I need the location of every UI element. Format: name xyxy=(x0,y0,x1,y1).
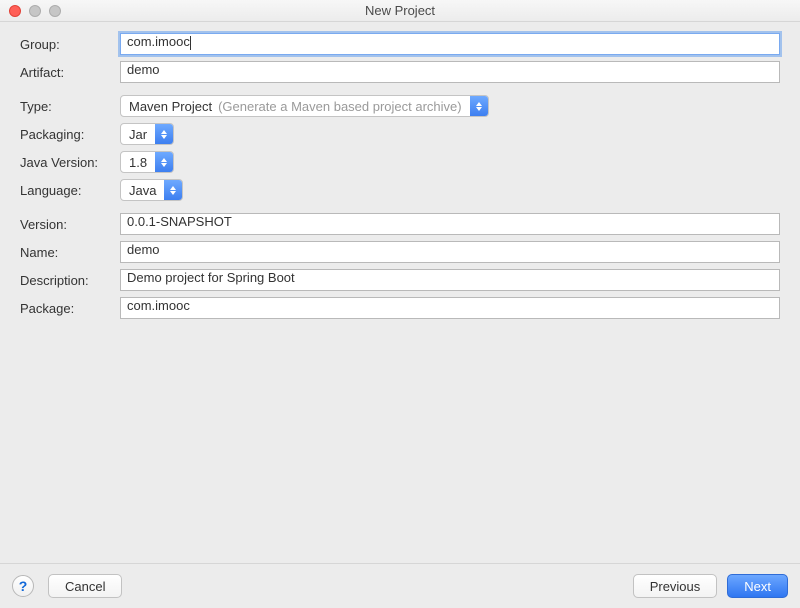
updown-icon xyxy=(155,124,173,144)
help-button[interactable]: ? xyxy=(12,575,34,597)
next-button[interactable]: Next xyxy=(727,574,788,598)
input-group-value: com.imooc xyxy=(127,34,190,49)
input-description-value: Demo project for Spring Boot xyxy=(127,270,295,285)
input-package-value: com.imooc xyxy=(127,298,190,313)
row-type: Type: Maven Project (Generate a Maven ba… xyxy=(20,94,780,118)
label-package: Package: xyxy=(20,301,120,316)
select-type[interactable]: Maven Project (Generate a Maven based pr… xyxy=(120,95,489,117)
label-type: Type: xyxy=(20,99,120,114)
row-artifact: Artifact: demo xyxy=(20,60,780,84)
input-artifact-value: demo xyxy=(127,62,160,77)
input-name[interactable]: demo xyxy=(120,241,780,263)
select-java-version-text: 1.8 xyxy=(121,152,155,172)
select-java-version[interactable]: 1.8 xyxy=(120,151,174,173)
select-packaging-text: Jar xyxy=(121,124,155,144)
titlebar: New Project xyxy=(0,0,800,22)
select-type-text: Maven Project (Generate a Maven based pr… xyxy=(121,96,470,116)
row-description: Description: Demo project for Spring Boo… xyxy=(20,268,780,292)
row-group: Group: com.imooc xyxy=(20,32,780,56)
help-icon: ? xyxy=(19,578,28,594)
updown-icon xyxy=(155,152,173,172)
select-type-hint: (Generate a Maven based project archive) xyxy=(218,99,462,114)
label-group: Group: xyxy=(20,37,120,52)
label-version: Version: xyxy=(20,217,120,232)
input-group[interactable]: com.imooc xyxy=(120,33,780,55)
dialog-footer: ? Cancel Previous Next xyxy=(0,563,800,608)
row-language: Language: Java xyxy=(20,178,780,202)
label-name: Name: xyxy=(20,245,120,260)
input-description[interactable]: Demo project for Spring Boot xyxy=(120,269,780,291)
input-version[interactable]: 0.0.1-SNAPSHOT xyxy=(120,213,780,235)
minimize-window-button[interactable] xyxy=(29,5,41,17)
row-package: Package: com.imooc xyxy=(20,296,780,320)
input-package[interactable]: com.imooc xyxy=(120,297,780,319)
project-form: Group: com.imooc Artifact: demo Type: Ma… xyxy=(0,22,800,320)
text-cursor xyxy=(190,36,191,50)
cancel-button[interactable]: Cancel xyxy=(48,574,122,598)
label-description: Description: xyxy=(20,273,120,288)
select-language-text: Java xyxy=(121,180,164,200)
close-window-button[interactable] xyxy=(9,5,21,17)
input-name-value: demo xyxy=(127,242,160,257)
label-java-version: Java Version: xyxy=(20,155,120,170)
input-version-value: 0.0.1-SNAPSHOT xyxy=(127,214,232,229)
window-title: New Project xyxy=(365,3,435,18)
updown-icon xyxy=(470,96,488,116)
row-name: Name: demo xyxy=(20,240,780,264)
input-artifact[interactable]: demo xyxy=(120,61,780,83)
row-version: Version: 0.0.1-SNAPSHOT xyxy=(20,212,780,236)
label-packaging: Packaging: xyxy=(20,127,120,142)
label-language: Language: xyxy=(20,183,120,198)
window-controls xyxy=(9,5,61,17)
previous-button[interactable]: Previous xyxy=(633,574,718,598)
select-packaging[interactable]: Jar xyxy=(120,123,174,145)
select-language[interactable]: Java xyxy=(120,179,183,201)
row-packaging: Packaging: Jar xyxy=(20,122,780,146)
updown-icon xyxy=(164,180,182,200)
maximize-window-button[interactable] xyxy=(49,5,61,17)
label-artifact: Artifact: xyxy=(20,65,120,80)
row-java-version: Java Version: 1.8 xyxy=(20,150,780,174)
